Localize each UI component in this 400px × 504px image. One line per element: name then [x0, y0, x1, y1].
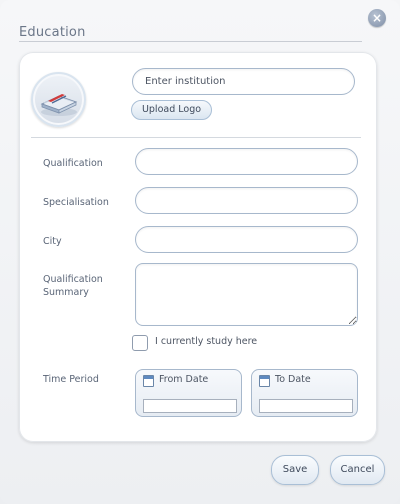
institution-input[interactable] [132, 68, 355, 95]
time-period-label: Time Period [43, 374, 99, 385]
city-label: City [43, 236, 62, 247]
qualification-label: Qualification [43, 158, 103, 169]
calendar-icon[interactable] [259, 375, 270, 387]
qualification-input[interactable] [135, 148, 358, 175]
summary-textarea[interactable] [135, 263, 358, 326]
to-date-input[interactable] [259, 399, 353, 413]
from-date-input[interactable] [143, 399, 237, 413]
specialisation-label: Specialisation [43, 197, 109, 208]
title-divider [19, 41, 362, 42]
currently-study-checkbox[interactable] [132, 335, 148, 351]
summary-label-line1: Qualification [43, 274, 103, 285]
dialog-title: Education [19, 25, 86, 40]
close-icon[interactable]: × [368, 9, 386, 27]
book-icon [40, 94, 78, 116]
upload-logo-button[interactable]: Upload Logo [131, 100, 212, 120]
education-dialog: × Education Upload Logo Qualification Sp… [0, 0, 400, 504]
summary-label: Qualification Summary [43, 273, 103, 299]
from-date-label: From Date [159, 374, 209, 385]
save-button[interactable]: Save [271, 455, 319, 485]
from-date-box: From Date [135, 369, 242, 417]
to-date-box: To Date [251, 369, 358, 417]
currently-study-label: I currently study here [155, 336, 258, 347]
cancel-button[interactable]: Cancel [330, 455, 385, 485]
specialisation-input[interactable] [135, 187, 358, 214]
calendar-icon[interactable] [143, 375, 154, 387]
section-divider [31, 137, 361, 138]
city-input[interactable] [135, 226, 358, 253]
to-date-label: To Date [275, 374, 311, 385]
summary-label-line2: Summary [43, 287, 89, 298]
logo-placeholder [31, 72, 86, 127]
